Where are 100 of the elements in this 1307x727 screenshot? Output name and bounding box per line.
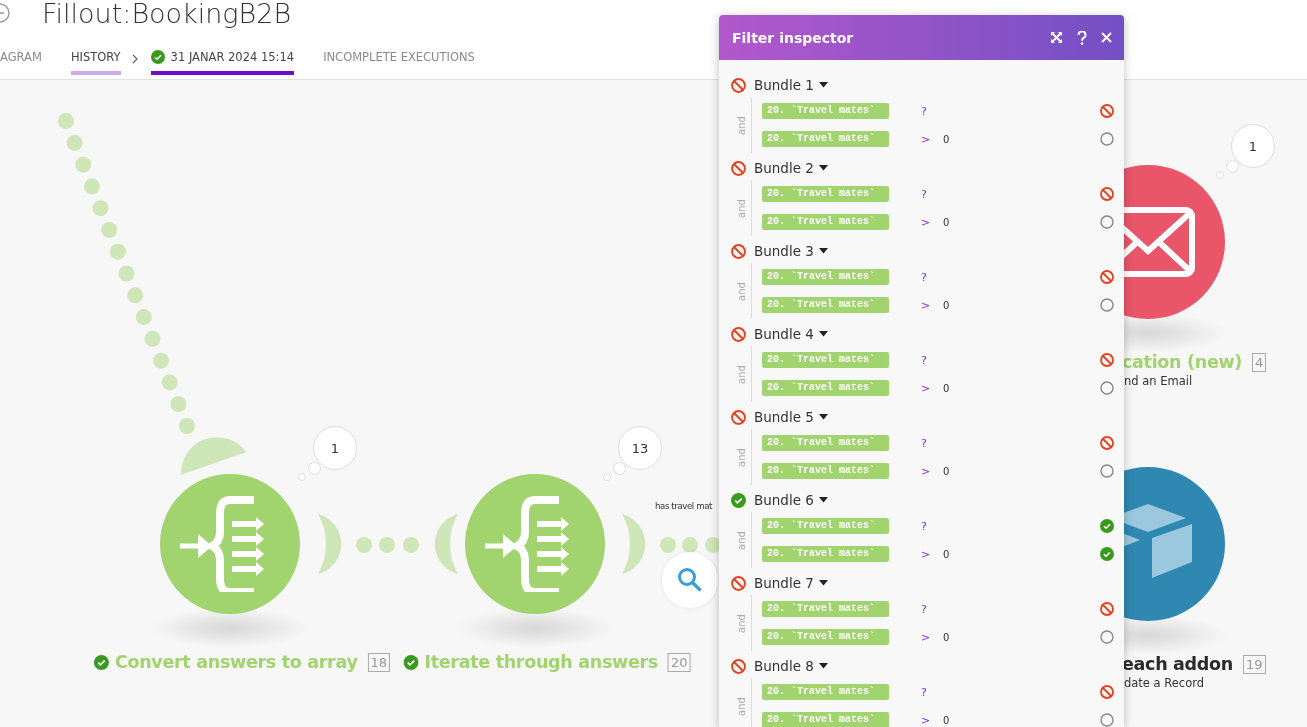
operator: > (921, 547, 932, 561)
tab[interactable]: 31 JANAR 2024 15:14 (150, 43, 295, 75)
caret-icon (818, 414, 828, 420)
module-id: 4 (1252, 352, 1267, 372)
operator: > (921, 132, 932, 146)
bundle-header[interactable]: Bundle 1 (731, 73, 1124, 97)
connector-handle (622, 514, 646, 574)
filter-button[interactable] (662, 552, 718, 608)
joiner-label: and (735, 281, 747, 301)
search-icon (677, 567, 703, 593)
bundle-header[interactable]: Bundle 8 (731, 654, 1124, 678)
field-token: 20. `Travel mates` (762, 684, 889, 700)
tab[interactable]: AGRAM (0, 43, 42, 75)
check-icon (150, 50, 165, 64)
operator: > (921, 630, 932, 644)
bundle-header[interactable]: Bundle 2 (731, 156, 1124, 180)
field-token: 20. `Travel mates` (762, 269, 889, 285)
bundle-header[interactable]: Bundle 7 (731, 571, 1124, 595)
operations-bubble: 1 (1231, 124, 1275, 168)
field-token: 20. `Travel mates` (762, 629, 889, 645)
connector-handle (318, 514, 342, 574)
expand-icon[interactable] (1050, 31, 1063, 44)
operations-bubble: 1 (313, 426, 357, 470)
dotted-connector (660, 537, 721, 553)
field-token: 20. `Travel mates` (762, 186, 889, 202)
operator: ? (921, 270, 928, 284)
joiner-label: and (735, 115, 747, 135)
condition-value: 0 (943, 631, 950, 643)
bundle-header[interactable]: Bundle 4 (731, 322, 1124, 346)
condition-value: 0 (943, 465, 950, 477)
condition-value: 0 (943, 133, 950, 145)
operator: > (921, 298, 932, 312)
thought-dot (1226, 160, 1239, 173)
joiner-label: and (735, 364, 747, 384)
operator: > (921, 381, 932, 395)
operator: ? (921, 519, 928, 533)
module-label: each addon (1122, 654, 1233, 674)
thought-dot (298, 473, 306, 481)
field-token: 20. `Travel mates` (762, 463, 889, 479)
module-label: cation (new) (1122, 352, 1242, 372)
module-action: date a Record (1124, 676, 1205, 690)
operator: > (921, 215, 932, 229)
caret-icon (818, 497, 828, 503)
operator: ? (921, 104, 928, 118)
field-token: 20. `Travel mates` (762, 712, 889, 727)
condition-value: 0 (943, 382, 950, 394)
field-token: 20. `Travel mates` (762, 601, 889, 617)
field-token: 20. `Travel mates` (762, 518, 889, 534)
chevron-icon (131, 54, 139, 64)
field-token: 20. `Travel mates` (762, 435, 889, 451)
caret-icon (818, 248, 828, 254)
scenario-title: Fillout:BookingB2B (42, 0, 292, 29)
bundle-header[interactable]: Bundle 3 (731, 239, 1124, 263)
condition-value: 0 (943, 548, 950, 560)
condition-value: 0 (943, 714, 950, 726)
field-token: 20. `Travel mates` (762, 546, 889, 562)
caret-icon (818, 82, 828, 88)
module-id: 20 (667, 652, 691, 672)
field-token: 20. `Travel mates` (762, 380, 889, 396)
operator: ? (921, 602, 928, 616)
field-token: 20. `Travel mates` (762, 131, 889, 147)
field-token: 20. `Travel mates` (762, 297, 889, 313)
connector-handle (434, 514, 458, 574)
bundle-header[interactable]: Bundle 5 (731, 405, 1124, 429)
field-token: 20. `Travel mates` (762, 214, 889, 230)
operator: ? (921, 187, 928, 201)
joiner-label: and (735, 696, 747, 716)
field-token: 20. `Travel mates` (762, 352, 889, 368)
module-label: Iterate through answers (424, 652, 658, 672)
thought-dot (613, 462, 626, 475)
operator: ? (921, 353, 928, 367)
condition-value: 0 (943, 299, 950, 311)
operations-bubble: 13 (618, 426, 662, 470)
module-action: nd an Email (1124, 374, 1193, 388)
tab[interactable]: INCOMPLETE EXECUTIONS (323, 43, 475, 75)
condition-value: 0 (943, 216, 950, 228)
field-token: 20. `Travel mates` (762, 103, 889, 119)
connector-handle (181, 437, 246, 475)
tab[interactable]: HISTORY (70, 43, 121, 75)
dotted-connector (356, 537, 419, 553)
help-icon[interactable] (1077, 30, 1087, 45)
joiner-label: and (735, 198, 747, 218)
operator: > (921, 464, 932, 478)
joiner-label: and (735, 613, 747, 633)
caret-icon (818, 580, 828, 586)
operator: > (921, 713, 932, 727)
panel-title: Filter inspector (732, 29, 855, 46)
filter-label: has travel mat (655, 501, 712, 511)
thought-dot (603, 473, 611, 481)
caret-icon (818, 331, 828, 337)
close-icon[interactable] (1101, 32, 1112, 43)
module-label: Convert answers to array (114, 652, 358, 672)
thought-dot (308, 462, 321, 475)
joiner-label: and (735, 530, 747, 550)
caret-icon (818, 165, 828, 171)
module-id: 19 (1242, 654, 1266, 674)
operator: ? (921, 685, 928, 699)
module-id: 18 (367, 652, 391, 672)
thought-dot (1216, 171, 1224, 179)
bundle-header[interactable]: Bundle 6 (731, 488, 1124, 512)
